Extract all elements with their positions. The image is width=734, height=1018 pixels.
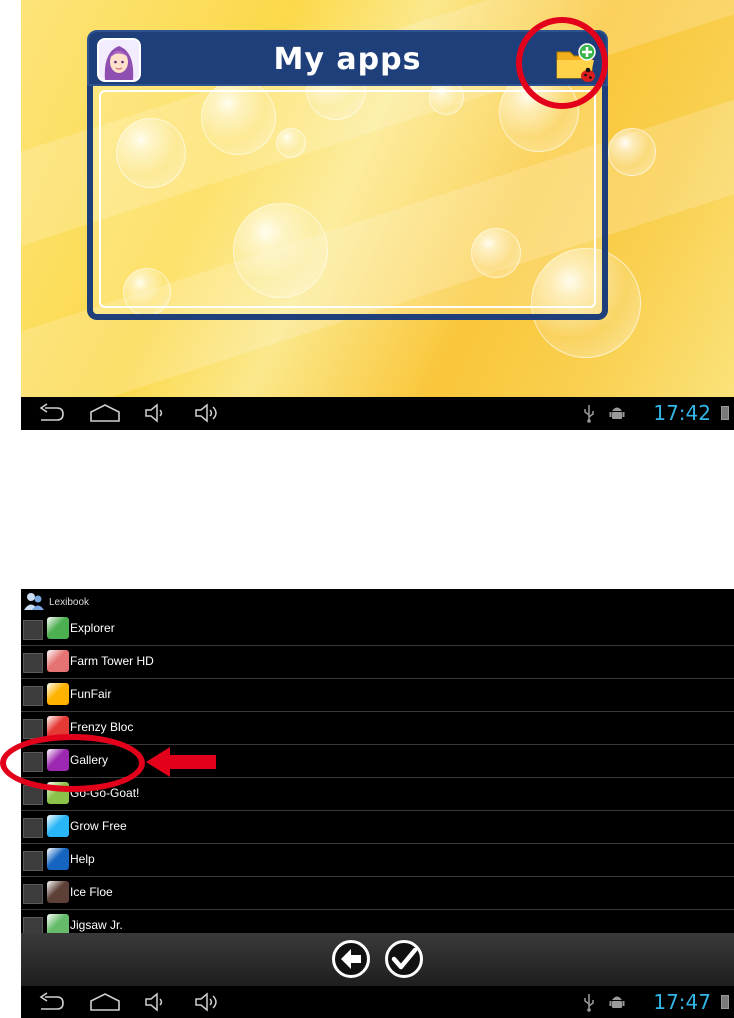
back-icon[interactable] <box>37 991 65 1013</box>
app-name: Frenzy Bloc <box>70 720 134 734</box>
app-checkbox[interactable] <box>23 884 43 904</box>
app-icon <box>47 881 69 903</box>
android-debug-icon <box>609 996 625 1008</box>
app-icon <box>47 617 69 639</box>
app-list-row[interactable]: Farm Tower HD <box>21 646 734 679</box>
app-name: Help <box>70 852 95 866</box>
app-list-row[interactable]: Grow Free <box>21 811 734 844</box>
checkmark-icon <box>391 947 418 970</box>
app-name: FunFair <box>70 687 112 701</box>
app-name: Ice Floe <box>70 885 113 899</box>
app-checkbox[interactable] <box>23 620 43 640</box>
app-checkbox[interactable] <box>23 653 43 673</box>
volume-up-icon[interactable] <box>193 991 221 1013</box>
apps-content-area <box>87 86 608 320</box>
my-apps-screen: My apps 17:42 <box>21 0 734 430</box>
arrow-left-icon <box>341 949 361 969</box>
app-checkbox[interactable] <box>23 686 43 706</box>
app-name: Farm Tower HD <box>70 654 154 668</box>
app-list-row[interactable]: FunFair <box>21 679 734 712</box>
app-list-row[interactable]: Explorer <box>21 613 734 646</box>
app-icon <box>47 650 69 672</box>
highlight-circle-annotation <box>0 734 145 792</box>
app-icon <box>47 683 69 705</box>
app-icon <box>47 848 69 870</box>
app-name: Jigsaw Jr. <box>70 918 123 932</box>
app-header-label: Lexibook <box>49 597 90 608</box>
volume-down-icon[interactable] <box>143 402 169 424</box>
status-clock: 17:42 <box>653 401 711 425</box>
app-list-row[interactable]: Go-Go-Goat! <box>21 778 734 811</box>
system-navigation-bar: 17:42 <box>21 397 734 430</box>
android-debug-icon <box>609 407 625 419</box>
status-clock: 17:47 <box>653 990 711 1014</box>
app-checkbox[interactable] <box>23 851 43 871</box>
back-icon[interactable] <box>37 402 65 424</box>
battery-icon <box>721 995 729 1009</box>
home-icon[interactable] <box>87 991 123 1013</box>
app-header: Lexibook <box>21 589 734 613</box>
highlight-circle-annotation <box>516 17 608 109</box>
red-arrow-annotation <box>146 747 216 777</box>
usb-icon <box>584 994 594 1012</box>
home-icon[interactable] <box>87 402 123 424</box>
apps-content-frame <box>99 90 596 308</box>
app-name: Grow Free <box>70 819 127 833</box>
battery-icon <box>721 406 729 420</box>
app-list-row[interactable]: Frenzy Bloc <box>21 712 734 745</box>
volume-down-icon[interactable] <box>143 991 169 1013</box>
app-selection-screen: Lexibook Explorer Farm Tower HD FunFair Fre… <box>21 589 734 1018</box>
lexibook-users-icon <box>24 593 44 610</box>
volume-up-icon[interactable] <box>193 402 221 424</box>
app-list-row[interactable]: Help <box>21 844 734 877</box>
bottom-action-bar <box>21 933 734 986</box>
app-name: Explorer <box>70 621 115 635</box>
app-checkbox[interactable] <box>23 818 43 838</box>
confirm-button[interactable] <box>385 940 423 978</box>
back-button[interactable] <box>332 940 370 978</box>
app-list-row[interactable]: Ice Floe <box>21 877 734 910</box>
usb-icon <box>584 405 594 423</box>
system-navigation-bar: 17:47 <box>21 986 734 1018</box>
bubble <box>608 128 656 176</box>
app-icon <box>47 815 69 837</box>
